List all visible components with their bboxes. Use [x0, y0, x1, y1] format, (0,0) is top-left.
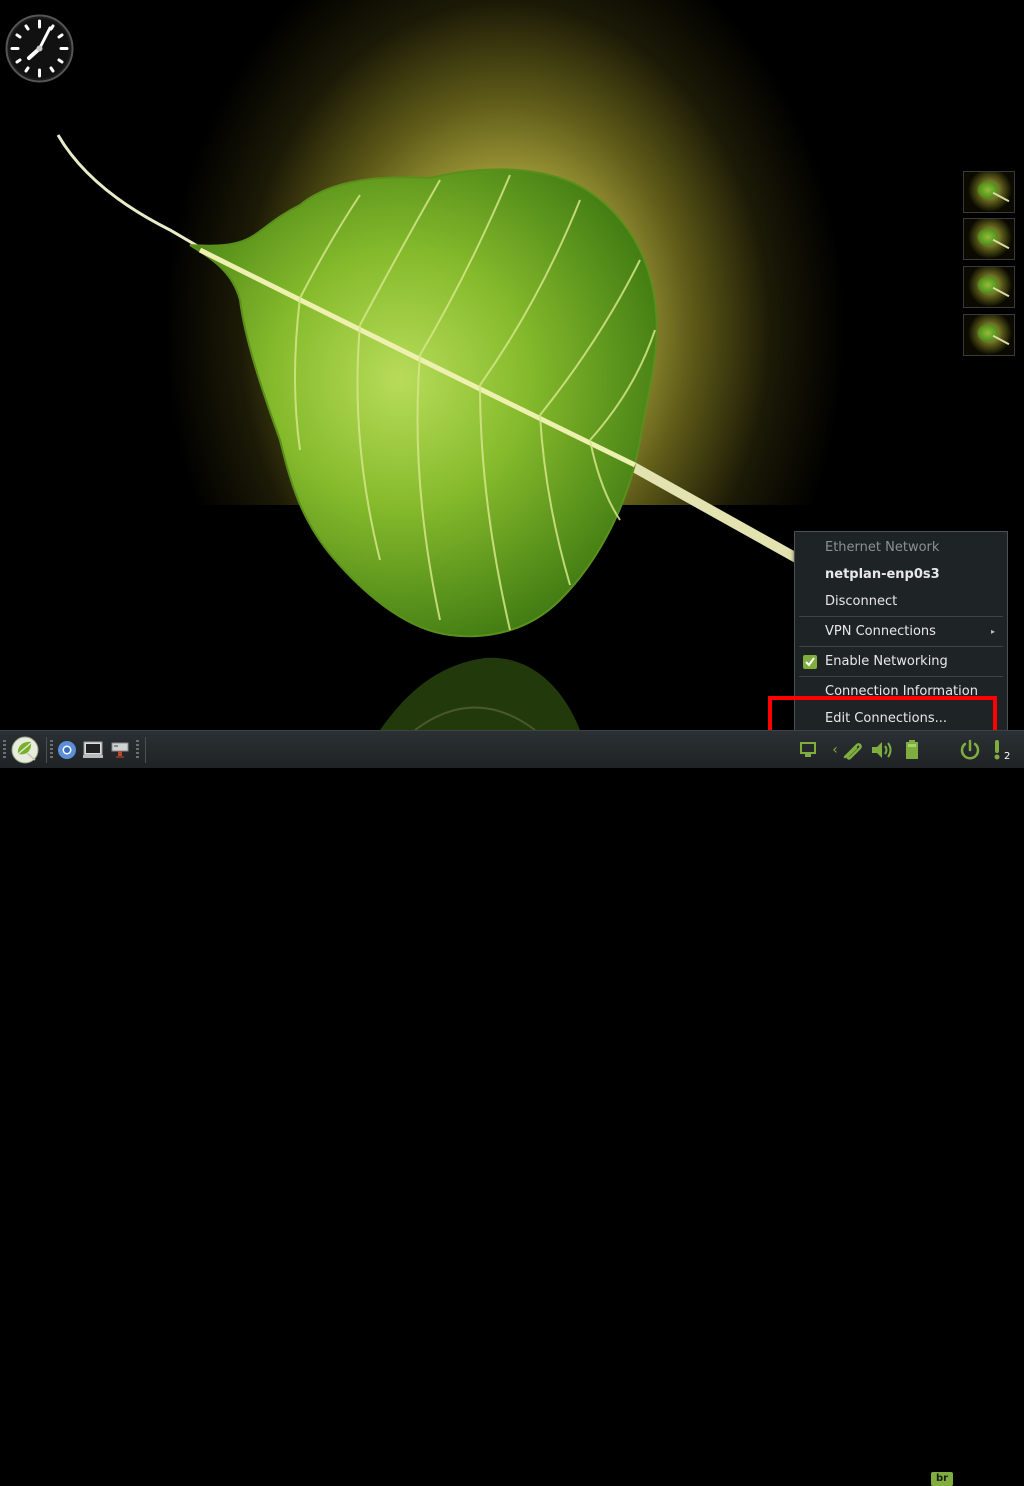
- menu-item-disconnect[interactable]: Disconnect: [795, 590, 1007, 614]
- battery-tray-button[interactable]: [902, 739, 922, 761]
- clock-widget[interactable]: [5, 14, 74, 83]
- taskbar-separator: [46, 737, 47, 763]
- taskbar: ‹ br: [0, 730, 1024, 1486]
- notification-count-badge: 2: [1004, 751, 1011, 762]
- workspace-4-thumbnail[interactable]: [963, 314, 1015, 356]
- keyboard-layout-indicator[interactable]: br: [931, 1472, 953, 1486]
- clipboard-tray-button[interactable]: [840, 739, 866, 761]
- volume-tray-button[interactable]: [869, 739, 897, 761]
- panel-grip[interactable]: [50, 740, 53, 760]
- notifications-tray-button[interactable]: [990, 739, 1004, 761]
- vpn-label: VPN Connections: [825, 624, 936, 639]
- chromium-icon: [58, 741, 76, 759]
- file-manager-launcher[interactable]: [109, 736, 131, 764]
- workspace-3-thumbnail[interactable]: [963, 266, 1015, 308]
- menu-separator: [799, 616, 1003, 617]
- network-tray-button[interactable]: [796, 739, 820, 761]
- leaf-menu-icon: [11, 736, 39, 764]
- workspace-1-thumbnail[interactable]: [963, 171, 1015, 213]
- terminal-launcher[interactable]: [82, 736, 104, 764]
- panel-grip[interactable]: [136, 740, 139, 760]
- network-icon: [800, 742, 816, 757]
- leaf-reflection: [380, 657, 580, 730]
- battery-icon: [906, 740, 918, 759]
- enable-networking-label: Enable Networking: [825, 654, 948, 669]
- menu-separator: [799, 646, 1003, 647]
- start-menu-button[interactable]: [10, 736, 40, 764]
- exclamation-icon: [994, 740, 1000, 760]
- volume-icon: [872, 742, 892, 758]
- power-button[interactable]: [958, 739, 982, 761]
- menu-item-vpn-connections[interactable]: VPN Connections ▸: [795, 620, 1007, 644]
- panel-grip[interactable]: [3, 740, 6, 760]
- workspace-2-thumbnail[interactable]: [963, 218, 1015, 260]
- terminal-icon: [83, 741, 103, 758]
- menu-item-enable-networking[interactable]: Enable Networking: [795, 650, 1007, 674]
- checkbox-checked-icon[interactable]: [803, 655, 817, 669]
- paperclip-icon: [843, 743, 862, 760]
- menu-item-connection[interactable]: netplan-enp0s3: [795, 563, 1007, 587]
- file-manager-icon: [111, 742, 129, 758]
- chevron-left-icon: ‹: [832, 742, 838, 758]
- power-icon: [960, 739, 980, 760]
- taskbar-separator: [145, 737, 146, 763]
- submenu-arrow-icon: ▸: [990, 627, 995, 636]
- menu-separator: [799, 676, 1003, 677]
- chromium-launcher[interactable]: [56, 736, 78, 764]
- menu-header-ethernet: Ethernet Network: [825, 540, 940, 555]
